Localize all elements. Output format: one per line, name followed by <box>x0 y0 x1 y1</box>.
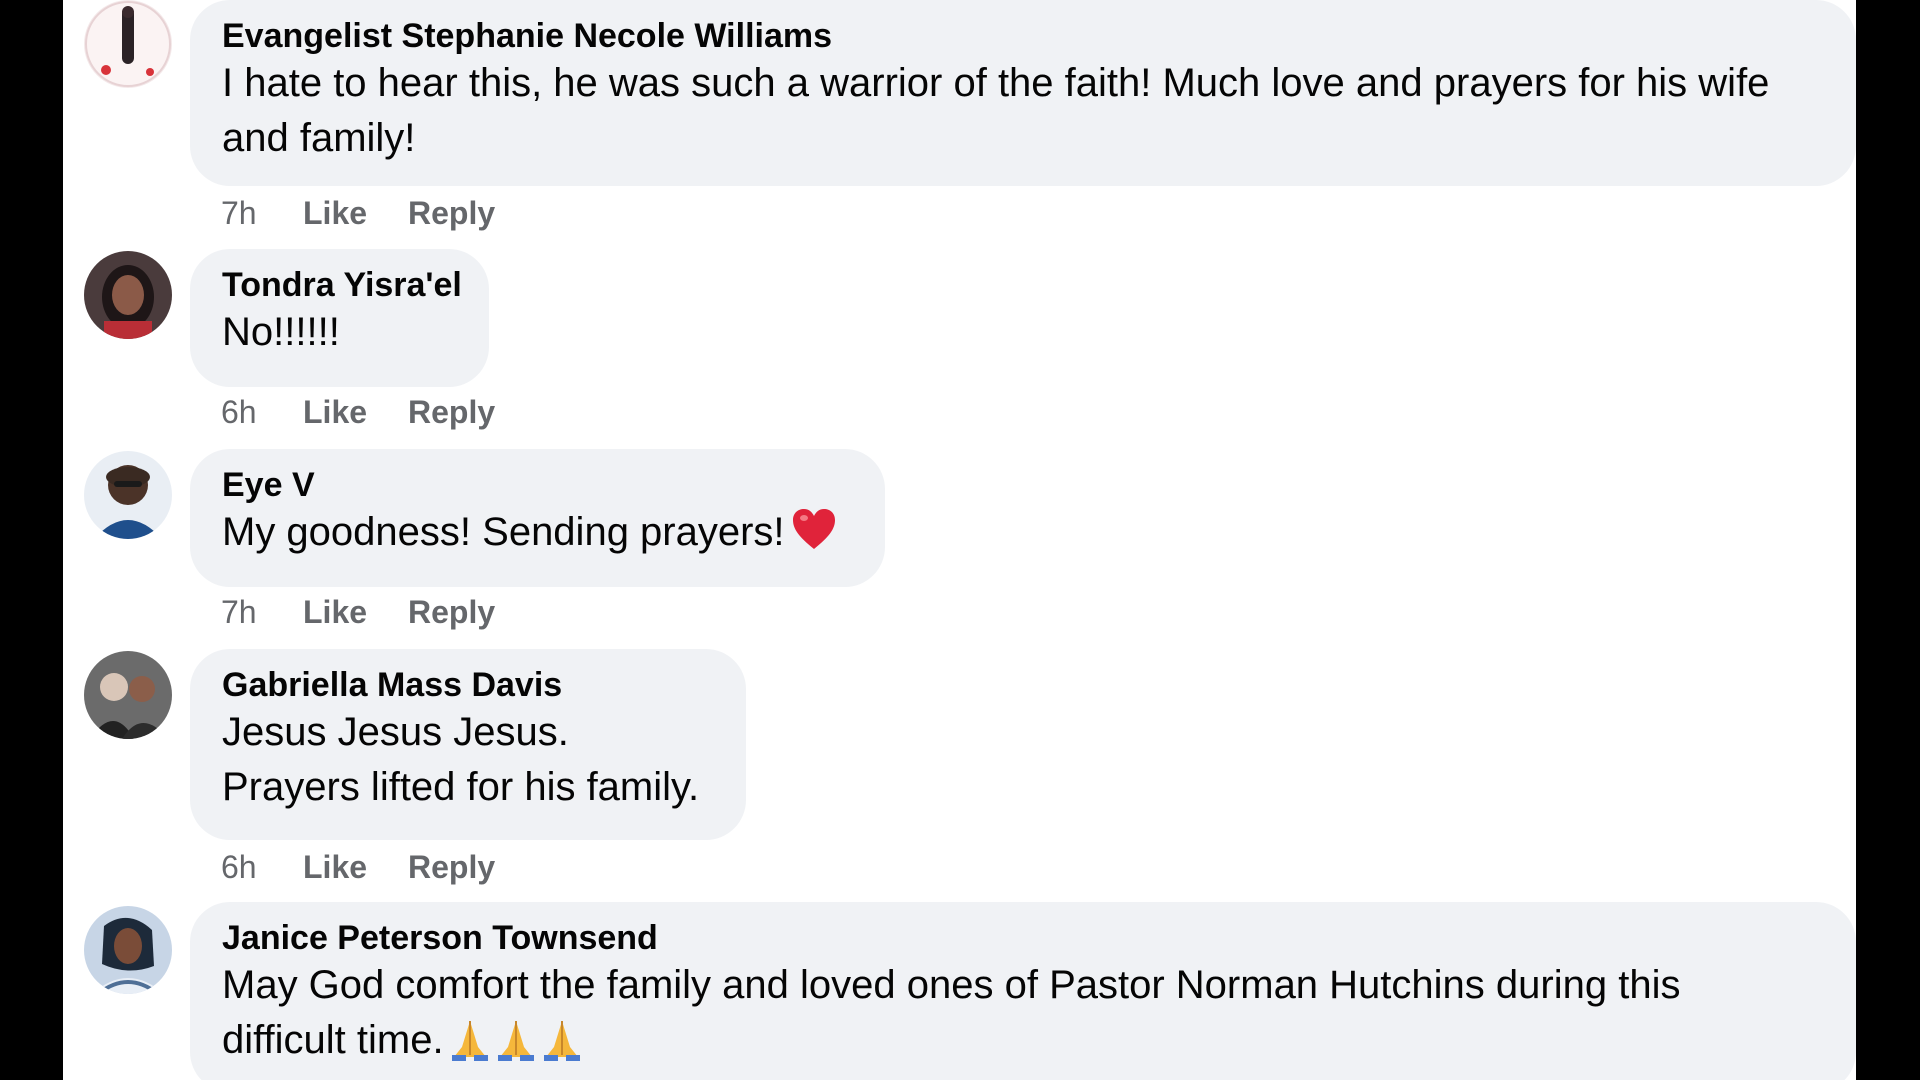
comment-timestamp[interactable]: 6h <box>221 392 303 432</box>
comment-actions: 7h Like Reply <box>221 592 495 632</box>
comment-actions: 6h Like Reply <box>221 392 495 432</box>
comment-text: Jesus Jesus Jesus. Prayers lifted for hi… <box>222 710 700 809</box>
comment-text: My goodness! Sending prayers! <box>222 505 853 566</box>
comment-text-content: May God comfort the family and loved one… <box>222 963 1681 1062</box>
avatar[interactable] <box>84 451 172 539</box>
comment-bubble: Evangelist Stephanie Necole Williams I h… <box>190 0 1856 186</box>
like-button[interactable]: Like <box>303 847 408 887</box>
avatar[interactable] <box>84 0 172 88</box>
comment-text-content: My goodness! Sending prayers! <box>222 510 785 554</box>
like-button[interactable]: Like <box>303 592 408 632</box>
reply-button[interactable]: Reply <box>408 847 495 887</box>
comment-bubble: Janice Peterson Townsend May God comfort… <box>190 902 1856 1080</box>
like-button[interactable]: Like <box>303 193 408 233</box>
comment-bubble: Gabriella Mass Davis Jesus Jesus Jesus. … <box>190 649 746 840</box>
reply-button[interactable]: Reply <box>408 592 495 632</box>
comment-bubble: Tondra Yisra'el No!!!!!! <box>190 249 489 387</box>
avatar[interactable] <box>84 651 172 739</box>
comment-text: May God comfort the family and loved one… <box>222 958 1824 1076</box>
comment-author[interactable]: Gabriella Mass Davis <box>222 665 714 705</box>
comment-text: No!!!!!! <box>222 310 340 354</box>
comment-text: I hate to hear this, he was such a warri… <box>222 61 1770 160</box>
comment-bubble: Eye V My goodness! Sending prayers! <box>190 449 885 587</box>
red-heart-icon <box>791 507 837 566</box>
avatar[interactable] <box>84 906 172 994</box>
comment-author[interactable]: Eye V <box>222 465 853 505</box>
comments-panel: Evangelist Stephanie Necole Williams I h… <box>63 0 1856 1080</box>
reply-button[interactable]: Reply <box>408 392 495 432</box>
comment-timestamp[interactable]: 7h <box>221 592 303 632</box>
comment-author[interactable]: Evangelist Stephanie Necole Williams <box>222 16 1824 56</box>
comment-timestamp[interactable]: 6h <box>221 847 303 887</box>
comment-author[interactable]: Tondra Yisra'el <box>222 265 462 305</box>
like-button[interactable]: Like <box>303 392 408 432</box>
reply-button[interactable]: Reply <box>408 193 495 233</box>
folded-hands-icon <box>448 1017 586 1076</box>
avatar[interactable] <box>84 251 172 339</box>
comment-actions: 7h Like Reply <box>221 193 495 233</box>
comment-actions: 6h Like Reply <box>221 847 495 887</box>
comment-timestamp[interactable]: 7h <box>221 193 303 233</box>
comment-author[interactable]: Janice Peterson Townsend <box>222 918 1824 958</box>
